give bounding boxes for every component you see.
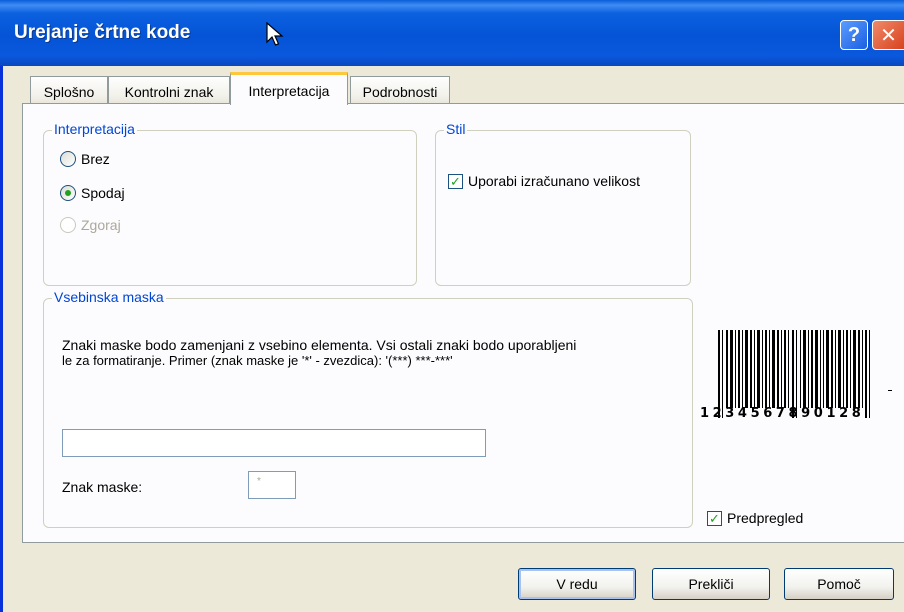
- radio-spodaj-indicator[interactable]: [60, 185, 76, 201]
- help-button[interactable]: ?: [840, 20, 868, 50]
- tab-interpretacija[interactable]: Interpretacija: [230, 72, 348, 105]
- radio-brez-indicator[interactable]: [60, 151, 76, 167]
- content-mask-group: Vsebinska maska Znaki maske bodo zamenja…: [43, 289, 693, 528]
- cancel-button[interactable]: Prekliči: [652, 568, 770, 600]
- preview-check-icon[interactable]: ✓: [707, 510, 722, 526]
- tab-panel: Interpretacija Brez Spodaj Zgoraj Stil ✓…: [22, 103, 904, 543]
- radio-brez[interactable]: Brez: [60, 151, 110, 167]
- ok-button[interactable]: V redu: [518, 568, 636, 600]
- use-calculated-size-label: Uporabi izračunano velikost: [468, 173, 640, 189]
- content-mask-description: Znaki maske bodo zamenjani z vsebino ele…: [62, 337, 702, 369]
- use-calculated-size-check-icon[interactable]: ✓: [448, 173, 463, 189]
- style-group: Stil ✓ Uporabi izračunano velikost: [435, 121, 691, 286]
- dialog-window: Urejanje črtne kode ? ✕ Splošno Kontroln…: [0, 0, 904, 612]
- radio-spodaj-label: Spodaj: [81, 185, 125, 201]
- window-title: Urejanje črtne kode: [14, 22, 191, 43]
- use-calculated-size-checkbox[interactable]: ✓ Uporabi izračunano velikost: [448, 173, 640, 189]
- mask-char-input[interactable]: *: [248, 471, 296, 499]
- close-button[interactable]: ✕: [872, 20, 904, 50]
- mouse-cursor-icon: [266, 22, 284, 46]
- radio-zgoraj-indicator: [60, 217, 76, 233]
- preview-checkbox[interactable]: ✓ Predpregled: [707, 510, 803, 526]
- mask-char-label: Znak maske:: [62, 479, 143, 495]
- tab-podrobnosti[interactable]: Podrobnosti: [350, 76, 450, 104]
- radio-zgoraj-label: Zgoraj: [81, 217, 121, 233]
- content-mask-group-label: Vsebinska maska: [52, 289, 166, 305]
- interpretation-group: Interpretacija Brez Spodaj Zgoraj: [43, 121, 417, 286]
- radio-zgoraj: Zgoraj: [60, 217, 121, 233]
- preview-label: Predpregled: [727, 510, 804, 526]
- interpretation-group-label: Interpretacija: [52, 121, 137, 137]
- tab-kontrolni-znak[interactable]: Kontrolni znak: [108, 76, 230, 104]
- tab-splosno[interactable]: Splošno: [30, 76, 108, 104]
- style-group-label: Stil: [444, 121, 468, 137]
- title-bar[interactable]: Urejanje črtne kode ? ✕: [0, 0, 904, 66]
- content-mask-description-line1: Znaki maske bodo zamenjani z vsebino ele…: [62, 337, 577, 353]
- content-mask-description-line2: le za formatiranje. Primer (znak maske j…: [62, 353, 453, 368]
- help-dialog-button[interactable]: Pomoč: [784, 568, 894, 600]
- radio-brez-label: Brez: [81, 151, 110, 167]
- radio-spodaj[interactable]: Spodaj: [60, 185, 125, 201]
- mask-input[interactable]: [62, 429, 486, 457]
- barcode-digits: 1234567890128: [700, 406, 865, 421]
